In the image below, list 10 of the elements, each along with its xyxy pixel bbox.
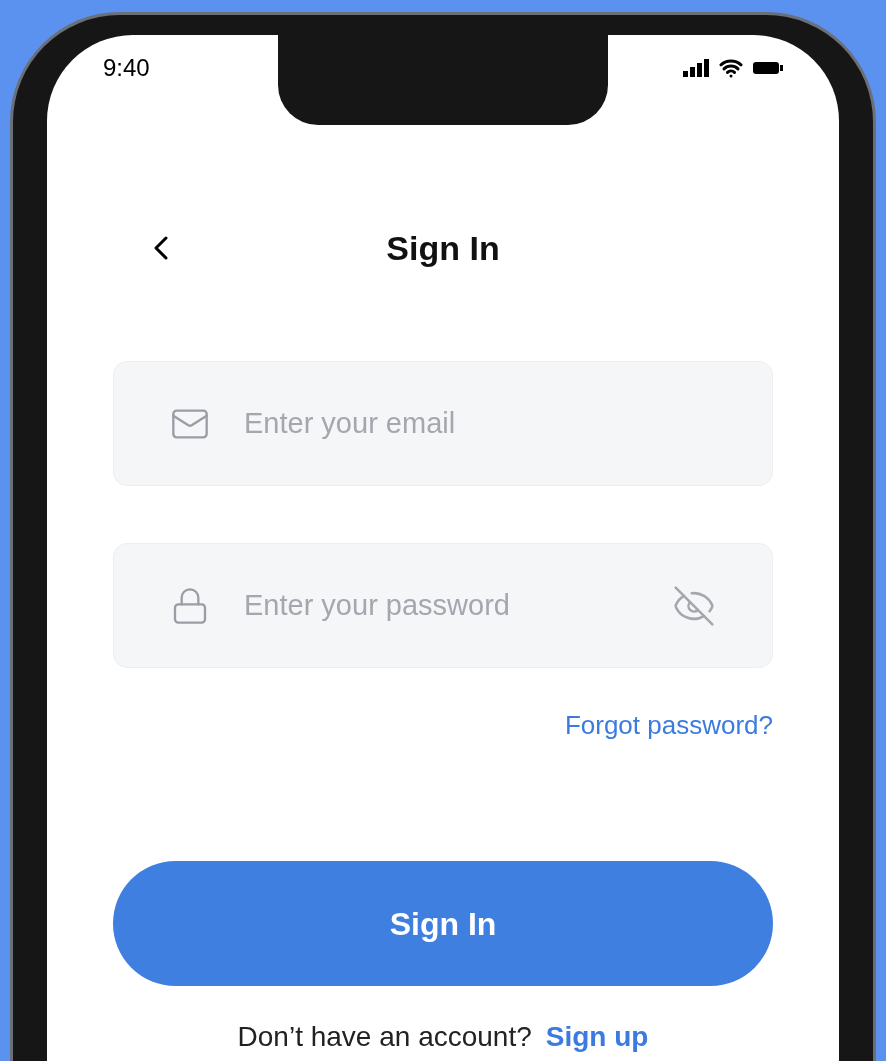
battery-icon	[753, 60, 783, 76]
signal-icon	[683, 59, 709, 77]
email-field[interactable]: Enter your email	[244, 401, 716, 446]
forgot-password-link[interactable]: Forgot password?	[564, 706, 773, 745]
screen-title: Sign In	[386, 227, 500, 269]
sign-up-link[interactable]: Sign up	[545, 1016, 649, 1058]
password-field[interactable]: Enter your password	[244, 583, 638, 628]
account-prompt: Don’t have an account?	[237, 1020, 532, 1054]
sign-in-button[interactable]: Sign In	[113, 861, 773, 986]
status-time: 9:40	[103, 53, 150, 83]
